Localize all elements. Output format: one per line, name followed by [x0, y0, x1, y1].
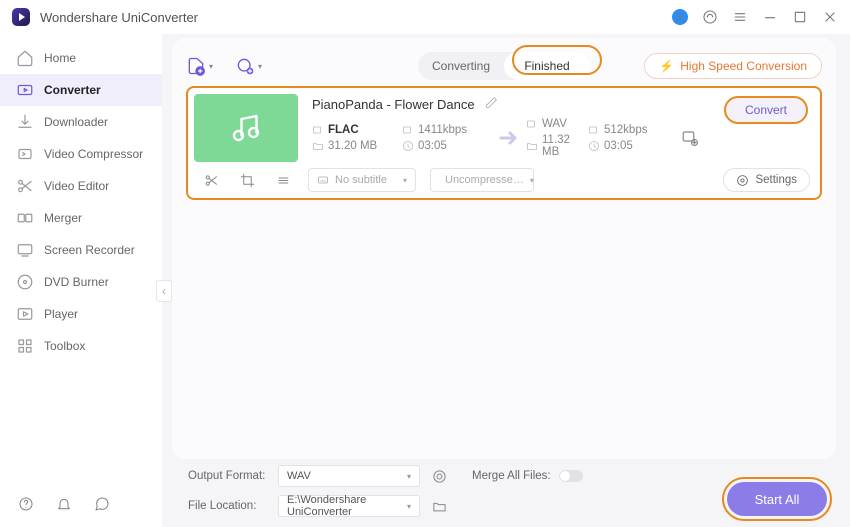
sidebar-item-label: Merger: [44, 211, 82, 225]
file-settings-button[interactable]: Settings: [723, 168, 810, 192]
support-icon[interactable]: [702, 9, 718, 25]
edit-title-icon[interactable]: [485, 96, 498, 112]
sidebar-item-label: Screen Recorder: [44, 243, 135, 257]
tab-converting[interactable]: Converting: [418, 52, 504, 80]
source-size: 31.20 MB: [328, 140, 377, 152]
sidebar-item-editor[interactable]: Video Editor: [0, 170, 162, 202]
toolbar: Converting Finished High Speed Conversio…: [186, 46, 822, 86]
target-icon[interactable]: [430, 469, 448, 484]
file-location-select[interactable]: E:\Wondershare UniConverter: [278, 495, 420, 517]
clock-icon: [402, 140, 414, 152]
clock-icon: [588, 140, 600, 152]
file-title: PianoPanda - Flower Dance: [312, 97, 475, 112]
status-tabs: Converting Finished: [418, 52, 590, 80]
app-name: Wondershare UniConverter: [40, 10, 198, 25]
target-duration: 03:05: [604, 140, 633, 152]
grid-icon: [16, 337, 34, 355]
target-size: 11.32 MB: [542, 134, 586, 158]
sidebar-item-label: Toolbox: [44, 339, 85, 353]
download-icon: [16, 113, 34, 131]
source-format: FLAC: [328, 124, 359, 136]
sidebar: Home Converter Downloader Video Compress…: [0, 34, 162, 527]
sidebar-item-label: Video Editor: [44, 179, 109, 193]
source-duration: 03:05: [418, 140, 447, 152]
sidebar-item-label: Home: [44, 51, 76, 65]
bottom-bar: Output Format: WAV Merge All Files: File…: [172, 459, 836, 527]
sidebar-item-merger[interactable]: Merger: [0, 202, 162, 234]
sidebar-item-player[interactable]: Player: [0, 298, 162, 330]
titlebar: Wondershare UniConverter: [0, 0, 850, 34]
minimize-icon[interactable]: [762, 9, 778, 25]
home-icon: [16, 49, 34, 67]
trim-icon[interactable]: [200, 173, 222, 188]
merge-icon: [16, 209, 34, 227]
sidebar-item-converter[interactable]: Converter: [0, 74, 162, 106]
app-logo: [12, 8, 30, 26]
feedback-icon[interactable]: [94, 496, 110, 515]
play-icon: [16, 305, 34, 323]
signal-icon: [402, 124, 414, 136]
output-format-label: Output Format:: [188, 470, 268, 482]
subtitle-select[interactable]: No subtitle: [308, 168, 416, 192]
sidebar-item-label: Player: [44, 307, 78, 321]
video-icon: [526, 118, 538, 130]
audio-select[interactable]: Uncompresse…: [430, 168, 534, 192]
merge-label: Merge All Files:: [472, 470, 551, 482]
sidebar-item-label: Video Compressor: [44, 147, 143, 161]
compress-icon: [16, 145, 34, 163]
close-icon[interactable]: [822, 9, 838, 25]
start-all-highlight: Start All: [722, 477, 832, 521]
video-icon: [312, 124, 324, 136]
folder-icon: [526, 140, 538, 152]
high-speed-label: High Speed Conversion: [680, 59, 807, 73]
menu-icon[interactable]: [732, 9, 748, 25]
sidebar-item-compressor[interactable]: Video Compressor: [0, 138, 162, 170]
user-avatar[interactable]: [672, 9, 688, 25]
file-card: PianoPanda - Flower Dance FLAC 31.20 MB …: [186, 86, 822, 200]
sidebar-item-label: DVD Burner: [44, 275, 109, 289]
start-all-button[interactable]: Start All: [727, 482, 827, 516]
crop-icon[interactable]: [236, 173, 258, 188]
sidebar-collapse-button[interactable]: ‹: [156, 280, 172, 302]
disc-icon: [16, 273, 34, 291]
sidebar-item-recorder[interactable]: Screen Recorder: [0, 234, 162, 266]
open-folder-icon[interactable]: [430, 499, 448, 514]
sidebar-item-toolbox[interactable]: Toolbox: [0, 330, 162, 362]
bell-icon[interactable]: [56, 496, 72, 515]
target-format: WAV: [542, 118, 567, 130]
source-bitrate: 1411kbps: [418, 124, 467, 136]
merge-toggle[interactable]: [559, 470, 583, 482]
arrow-icon: [492, 126, 524, 150]
scissors-icon: [16, 177, 34, 195]
sidebar-item-label: Downloader: [44, 115, 108, 129]
signal-icon: [588, 124, 600, 136]
file-thumbnail[interactable]: [194, 94, 298, 162]
output-settings-icon[interactable]: [678, 129, 702, 147]
add-url-button[interactable]: [235, 56, 262, 76]
maximize-icon[interactable]: [792, 9, 808, 25]
convert-icon: [16, 81, 34, 99]
add-file-button[interactable]: [186, 56, 213, 76]
file-location-label: File Location:: [188, 500, 268, 512]
output-format-select[interactable]: WAV: [278, 465, 420, 487]
sidebar-item-home[interactable]: Home: [0, 42, 162, 74]
sidebar-item-downloader[interactable]: Downloader: [0, 106, 162, 138]
more-icon[interactable]: [272, 173, 294, 188]
help-icon[interactable]: [18, 496, 34, 515]
target-bitrate: 512kbps: [604, 124, 647, 136]
main-panel: Converting Finished High Speed Conversio…: [172, 38, 836, 459]
tab-finished[interactable]: Finished: [504, 52, 590, 80]
sidebar-item-label: Converter: [44, 83, 101, 97]
folder-icon: [312, 140, 324, 152]
recorder-icon: [16, 241, 34, 259]
high-speed-button[interactable]: High Speed Conversion: [644, 53, 822, 79]
sidebar-item-dvd[interactable]: DVD Burner: [0, 266, 162, 298]
convert-button[interactable]: Convert: [724, 96, 808, 124]
